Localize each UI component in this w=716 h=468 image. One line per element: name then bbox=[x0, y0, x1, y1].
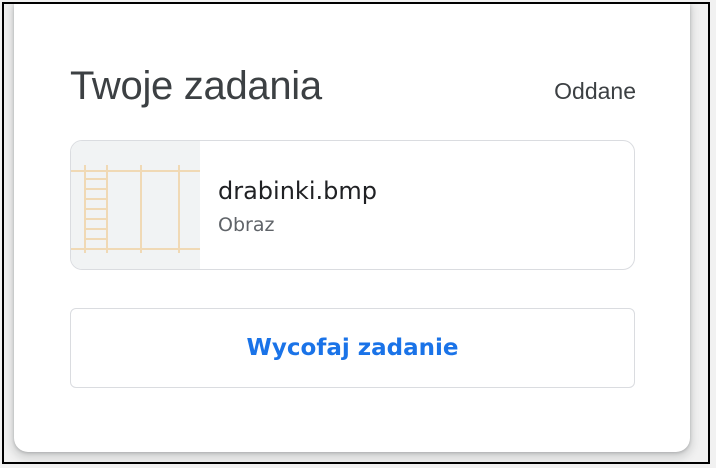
attachment-meta: drabinki.bmp Obraz bbox=[200, 141, 377, 269]
image-thumbnail-icon bbox=[71, 141, 200, 269]
your-work-card: Twoje zadania Oddane drabinki.bmp Obraz … bbox=[14, 4, 690, 452]
status-label: Oddane bbox=[554, 78, 636, 104]
attachment-file-type: Obraz bbox=[218, 214, 275, 236]
screenshot-frame: Twoje zadania Oddane drabinki.bmp Obraz … bbox=[2, 2, 710, 464]
card-title: Twoje zadania bbox=[70, 64, 322, 108]
attachment-file-name: drabinki.bmp bbox=[218, 177, 377, 205]
unsubmit-button[interactable]: Wycofaj zadanie bbox=[70, 308, 635, 388]
attachment-chip[interactable]: drabinki.bmp Obraz bbox=[70, 140, 635, 270]
